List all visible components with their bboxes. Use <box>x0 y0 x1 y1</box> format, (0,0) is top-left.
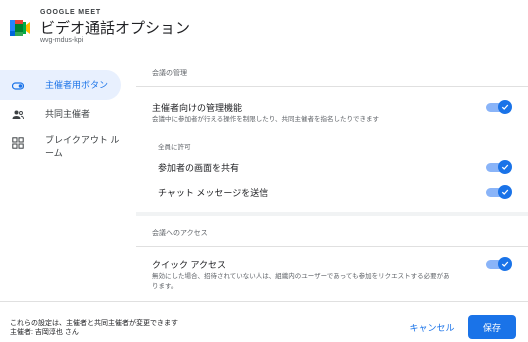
google-meet-logo-icon <box>10 20 30 36</box>
quick-access-description: 無効にした場合、招待されていない人は、組織内のユーザーであっても参加をリクエスト… <box>152 273 450 290</box>
save-button[interactable]: 保存 <box>468 315 516 339</box>
chat-label: チャット メッセージを送信 <box>158 188 269 198</box>
sidebar-item-breakout-rooms[interactable]: ブレイクアウト ルーム <box>0 134 121 164</box>
meeting-access-section: 会議へのアクセス クイック アクセス 無効にした場合、招待されていない人は、組織… <box>136 216 528 301</box>
host-controls-description: 会議中に参加者が行える操作を制限したり、共同主催者を指名したりできます <box>152 116 380 123</box>
sidebar-item-label: 共同主催者 <box>45 109 91 119</box>
app-brand: GOOGLE MEET <box>40 9 101 16</box>
host-controls-toggle[interactable] <box>486 100 512 114</box>
dialog-title: ビデオ通話オプション <box>40 20 191 37</box>
sidebar: 主催者用ボタン 共同主催者 ブレイクアウト ルーム <box>0 56 135 301</box>
dialog-header: GOOGLE MEET ビデオ通話オプション wvg-mdus-kpi <box>0 0 528 56</box>
meeting-management-section: 会議の管理 主催者向けの管理機能 会議中に参加者が行える操作を制限したり、共同主… <box>136 56 528 212</box>
sidebar-item-label: ブレイクアウト ルーム <box>45 135 120 158</box>
settings-panel[interactable]: 会議の管理 主催者向けの管理機能 会議中に参加者が行える操作を制限したり、共同主… <box>136 56 528 301</box>
people-icon <box>12 110 24 120</box>
allow-all-label: 全員に許可 <box>158 144 191 151</box>
host-controls-title: 主催者向けの管理機能 <box>152 103 243 113</box>
section-heading: 会議へのアクセス <box>152 230 208 237</box>
cancel-button[interactable]: キャンセル <box>402 316 462 338</box>
chat-toggle[interactable] <box>486 185 512 199</box>
share-screen-label: 参加者の画面を共有 <box>158 163 240 173</box>
breakout-rooms-icon <box>12 137 24 149</box>
meeting-code: wvg-mdus-kpi <box>40 37 84 44</box>
quick-access-title: クイック アクセス <box>152 260 227 270</box>
section-heading: 会議の管理 <box>152 70 187 77</box>
dialog-footer: これらの設定は、主催者と共同主催者が変更できます 主催者: 吉岡淳也 さん キャ… <box>0 301 528 342</box>
toggle-icon <box>12 81 24 90</box>
share-screen-toggle[interactable] <box>486 160 512 174</box>
host-name: 主催者: 吉岡淳也 さん <box>10 329 79 336</box>
check-icon <box>501 189 509 195</box>
sidebar-item-host-controls[interactable]: 主催者用ボタン <box>0 70 121 100</box>
quick-access-toggle[interactable] <box>486 257 512 271</box>
check-icon <box>501 164 509 170</box>
sidebar-item-label: 主催者用ボタン <box>45 79 109 90</box>
check-icon <box>501 104 509 110</box>
check-icon <box>501 261 509 267</box>
